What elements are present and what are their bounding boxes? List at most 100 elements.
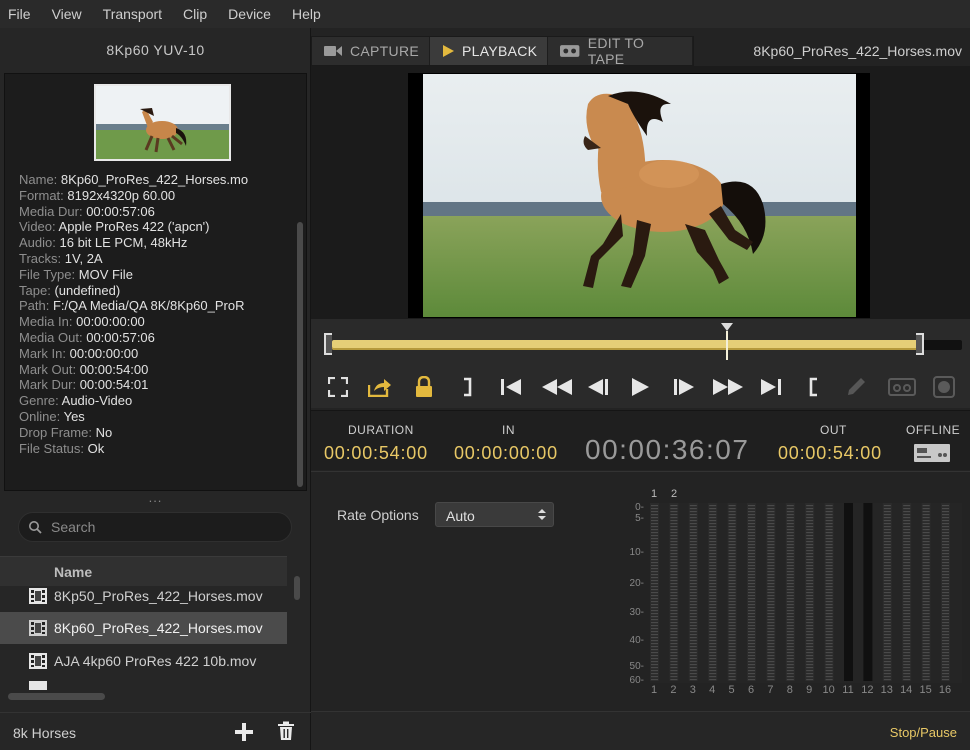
mark-in-button[interactable] xyxy=(801,375,827,399)
mark-out-handle[interactable] xyxy=(916,333,924,355)
format-label: 8Kp60 YUV-10 xyxy=(106,42,205,58)
rewind-button[interactable] xyxy=(540,375,574,399)
file-list-scrollbar-vertical[interactable] xyxy=(294,576,300,600)
meter-segment xyxy=(922,562,930,564)
menu-device[interactable]: Device xyxy=(228,6,271,22)
meter-segment xyxy=(806,661,814,663)
meter-segment xyxy=(728,550,736,552)
tape-deck-button[interactable] xyxy=(887,375,917,399)
meter-segment xyxy=(825,616,833,618)
info-scrollbar-vertical[interactable] xyxy=(297,222,303,487)
meter-segment xyxy=(728,622,736,624)
meter-segment xyxy=(651,508,658,510)
file-list-item[interactable]: 8Kp50_ProRes_422_Horses.mov xyxy=(0,580,287,612)
fast-forward-button[interactable] xyxy=(711,375,745,399)
meter-segment xyxy=(670,526,678,528)
trash-icon[interactable] xyxy=(277,721,295,741)
menu-help[interactable]: Help xyxy=(292,6,321,22)
meter-segment xyxy=(709,595,717,597)
meter-segment xyxy=(748,559,755,561)
meter-segment xyxy=(786,610,794,612)
meter-segment xyxy=(728,598,736,600)
tab-edit-to-tape[interactable]: EDIT TO TAPE xyxy=(548,35,693,67)
info-value: (undefined) xyxy=(54,282,121,298)
file-list-item-partial[interactable] xyxy=(0,678,287,690)
meter-segment xyxy=(883,613,891,615)
add-icon[interactable] xyxy=(234,722,254,742)
search-input[interactable] xyxy=(51,517,281,537)
meter-segment xyxy=(709,526,717,528)
in-value[interactable]: 00:00:00:00 xyxy=(454,443,558,464)
mark-in-handle[interactable] xyxy=(324,333,332,355)
meter-segment xyxy=(689,598,697,600)
meter-segment xyxy=(903,619,911,621)
menu-view[interactable]: View xyxy=(52,6,82,22)
meter-segment xyxy=(903,607,911,609)
meter-segment xyxy=(786,679,794,681)
fullscreen-button[interactable] xyxy=(325,375,351,399)
meter-segment xyxy=(748,646,755,648)
meter-segment xyxy=(786,532,794,534)
meter-segment xyxy=(903,526,911,528)
meter-segment xyxy=(670,637,678,639)
video-file-icon xyxy=(29,588,47,604)
meter-segment xyxy=(767,649,775,651)
edit-button[interactable] xyxy=(843,375,869,399)
step-forward-button[interactable] xyxy=(671,375,697,399)
lock-button[interactable] xyxy=(411,375,437,399)
meter-segment xyxy=(651,568,658,570)
meter-segment xyxy=(748,667,755,669)
meter-segment xyxy=(806,529,814,531)
playhead-handle[interactable] xyxy=(719,322,735,362)
file-list-scrollbar-horizontal[interactable] xyxy=(8,693,105,700)
file-list-item[interactable]: AJA 4kp60 ProRes 422 10b.mov xyxy=(0,645,287,677)
meter-segment xyxy=(709,541,717,543)
record-button[interactable] xyxy=(931,375,957,399)
tab-playback[interactable]: PLAYBACK xyxy=(430,37,549,65)
rate-options-select[interactable]: Auto xyxy=(435,502,554,527)
meter-segment xyxy=(728,508,736,510)
meter-segment xyxy=(709,646,717,648)
meter-segment xyxy=(883,670,891,672)
meter-segment xyxy=(825,655,833,657)
clip-thumbnail[interactable] xyxy=(94,84,231,161)
step-back-button[interactable] xyxy=(585,375,611,399)
meter-segment xyxy=(689,523,697,525)
menu-clip[interactable]: Clip xyxy=(183,6,207,22)
meter-segment xyxy=(883,523,891,525)
duration-value[interactable]: 00:00:54:00 xyxy=(324,443,428,464)
export-button[interactable] xyxy=(367,375,393,399)
file-list-item[interactable]: 8Kp60_ProRes_422_Horses.mov xyxy=(0,612,287,644)
mark-out-button[interactable] xyxy=(454,375,480,399)
meter-segment xyxy=(922,631,930,633)
menu-file[interactable]: File xyxy=(8,6,31,22)
meter-segment xyxy=(806,526,814,528)
menu-transport[interactable]: Transport xyxy=(103,6,162,22)
meter-segment xyxy=(748,505,755,507)
tape-icon xyxy=(560,45,580,57)
current-timecode[interactable]: 00:00:36:07 xyxy=(585,434,749,466)
meter-segment xyxy=(806,571,814,573)
file-name: 8Kp50_ProRes_422_Horses.mov xyxy=(54,588,263,604)
splitter-handle[interactable]: ... xyxy=(0,490,311,505)
video-viewer[interactable] xyxy=(408,73,870,318)
tab-capture[interactable]: CAPTURE xyxy=(312,37,430,65)
meter-segment xyxy=(709,532,717,534)
play-button[interactable] xyxy=(627,375,653,399)
meter-segment xyxy=(786,568,794,570)
meter-segment xyxy=(651,580,658,582)
out-value[interactable]: 00:00:54:00 xyxy=(778,443,882,464)
meter-segment xyxy=(728,655,736,657)
meter-segment xyxy=(651,664,658,666)
meter-segment xyxy=(651,526,658,528)
timeline-track[interactable] xyxy=(332,340,922,350)
meter-segment xyxy=(883,655,891,657)
meter-segment xyxy=(786,595,794,597)
go-to-end-button[interactable] xyxy=(758,375,784,399)
go-to-start-button[interactable] xyxy=(498,375,524,399)
meter-segment xyxy=(942,664,949,666)
meter-segment xyxy=(689,640,697,642)
tab-edit-to-tape-label: EDIT TO TAPE xyxy=(587,35,645,67)
meter-segment xyxy=(748,652,755,654)
meter-segment xyxy=(651,571,658,573)
